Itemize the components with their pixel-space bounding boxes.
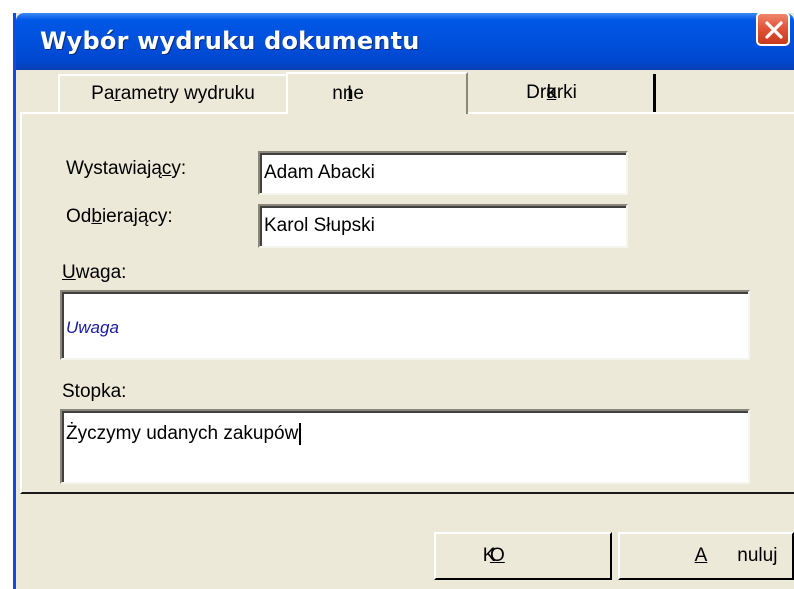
footer-field[interactable]: Życzymy udanych zakupów [60, 409, 750, 484]
tab-print-parameters[interactable]: Parametry wydruku [58, 74, 286, 112]
tab-printers[interactable]: Drukarki [470, 74, 656, 112]
cancel-button-label: Anuluj [694, 545, 778, 566]
receiver-label: Odbierający: [66, 206, 173, 227]
note-hint: Uwaga [66, 318, 119, 337]
close-icon [765, 21, 783, 39]
issuer-field[interactable]: Adam Abacki [258, 151, 628, 195]
tab-label: Parametry wydruku [91, 83, 255, 104]
receiver-field[interactable]: Karol Słupski [258, 204, 628, 248]
footer-value: Życzymy udanych zakupów [66, 423, 299, 445]
tab-label: Drukarki [526, 82, 577, 103]
title-bar[interactable]: Wybór wydruku dokumentu [16, 13, 794, 70]
tab-other[interactable]: Inne [286, 72, 468, 114]
footer-label: Stopka: [62, 381, 127, 402]
window-title: Wybór wydruku dokumentu [40, 27, 420, 55]
note-label: Uwaga: [62, 262, 127, 283]
ok-button[interactable]: OK [434, 532, 612, 580]
issuer-label: Wystawiający: [66, 158, 187, 179]
note-field[interactable]: Uwaga [60, 290, 750, 360]
text-caret [299, 423, 302, 445]
close-button[interactable] [756, 12, 790, 46]
cancel-button[interactable]: Anuluj [618, 532, 794, 580]
